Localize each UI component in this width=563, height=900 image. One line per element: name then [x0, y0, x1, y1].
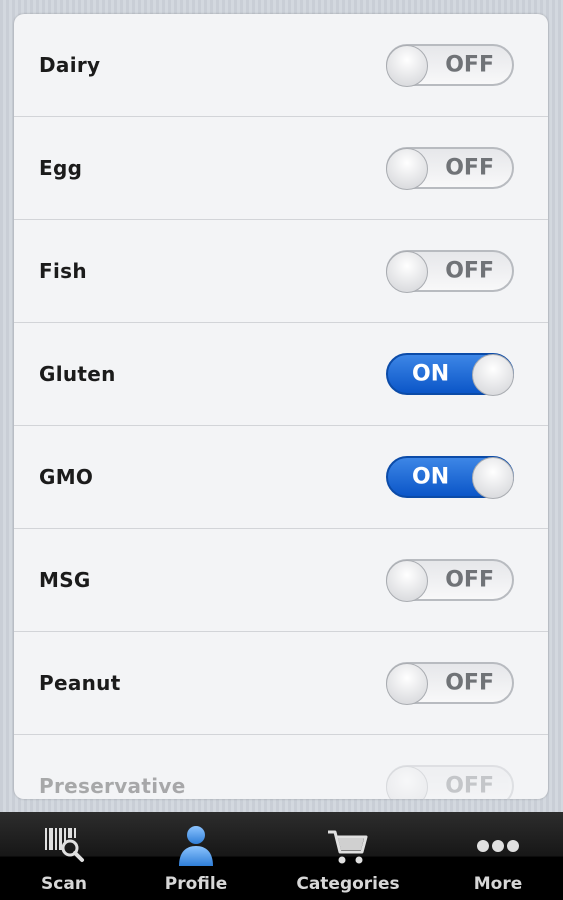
tab-label: Scan — [41, 874, 87, 894]
allergen-label: Dairy — [39, 53, 101, 77]
toggle-state: ON — [412, 464, 450, 490]
shopping-cart-icon — [326, 824, 370, 868]
allergen-label: Preservative — [39, 774, 186, 798]
barcode-scan-icon — [42, 824, 86, 868]
fish-toggle[interactable]: OFF — [386, 250, 514, 293]
toggle-state: ON — [412, 361, 450, 387]
profile-person-icon — [174, 824, 218, 868]
allergen-label: MSG — [39, 568, 91, 592]
toggle-knob — [386, 766, 428, 799]
tab-scan[interactable]: Scan — [0, 812, 134, 900]
allergen-settings-list: Dairy OFF Egg OFF Fish OFF Gluten ON GMO… — [14, 14, 548, 799]
toggle-knob — [386, 251, 428, 293]
tab-label: More — [473, 874, 523, 894]
allergen-row-fish: Fish OFF — [14, 220, 548, 323]
allergen-row-preservative: Preservative OFF — [14, 735, 548, 799]
toggle-knob — [386, 45, 428, 87]
peanut-toggle[interactable]: OFF — [386, 662, 514, 705]
allergen-label: Egg — [39, 156, 83, 180]
toggle-state: OFF — [445, 670, 494, 696]
allergen-row-dairy: Dairy OFF — [14, 14, 548, 117]
allergen-row-gmo: GMO ON — [14, 426, 548, 529]
more-dots-icon — [476, 824, 520, 868]
toggle-knob — [386, 560, 428, 602]
gluten-toggle[interactable]: ON — [386, 353, 514, 396]
allergen-label: GMO — [39, 465, 94, 489]
tab-label: Profile — [164, 874, 228, 894]
allergen-label: Gluten — [39, 362, 116, 386]
allergen-row-egg: Egg OFF — [14, 117, 548, 220]
gmo-toggle[interactable]: ON — [386, 456, 514, 499]
allergen-row-gluten: Gluten ON — [14, 323, 548, 426]
msg-toggle[interactable]: OFF — [386, 559, 514, 602]
bottom-tab-bar: Scan Profile Categories More — [0, 812, 563, 900]
toggle-knob — [472, 354, 514, 396]
allergen-row-msg: MSG OFF — [14, 529, 548, 632]
allergen-row-peanut: Peanut OFF — [14, 632, 548, 735]
toggle-knob — [472, 457, 514, 499]
tab-categories[interactable]: Categories — [278, 812, 418, 900]
toggle-state: OFF — [445, 773, 494, 799]
tab-profile[interactable]: Profile — [126, 812, 266, 900]
toggle-knob — [386, 663, 428, 705]
tab-more[interactable]: More — [428, 812, 563, 900]
toggle-state: OFF — [445, 258, 494, 284]
egg-toggle[interactable]: OFF — [386, 147, 514, 190]
tab-label: Categories — [296, 874, 400, 894]
dairy-toggle[interactable]: OFF — [386, 44, 514, 87]
toggle-knob — [386, 148, 428, 190]
allergen-label: Fish — [39, 259, 87, 283]
toggle-state: OFF — [445, 155, 494, 181]
allergen-label: Peanut — [39, 671, 121, 695]
toggle-state: OFF — [445, 567, 494, 593]
toggle-state: OFF — [445, 52, 494, 78]
preservative-toggle[interactable]: OFF — [386, 765, 514, 799]
